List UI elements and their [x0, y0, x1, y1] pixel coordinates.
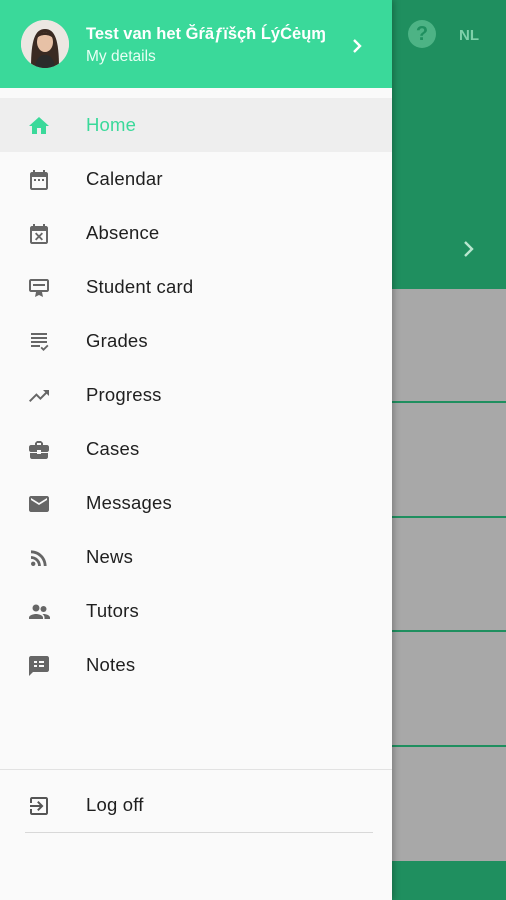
- menu-item-tutors[interactable]: Tutors: [0, 584, 392, 638]
- log-off-button[interactable]: Log off: [0, 779, 392, 833]
- menu-item-messages[interactable]: Messages: [0, 476, 392, 530]
- menu-item-notes[interactable]: Notes: [0, 638, 392, 692]
- menu-item-student-card[interactable]: Student card: [0, 260, 392, 314]
- background-bottom-bar: [392, 861, 506, 900]
- menu-item-absence[interactable]: Absence: [0, 206, 392, 260]
- menu-item-label: News: [86, 546, 134, 567]
- drawer-menu: Home Calendar Absence Student card Grade…: [0, 98, 392, 692]
- menu-item-label: Grades: [86, 330, 148, 351]
- tutors-icon: [26, 599, 52, 625]
- log-off-icon: [26, 793, 52, 819]
- menu-item-calendar[interactable]: Calendar: [0, 152, 392, 206]
- chevron-right-icon[interactable]: [350, 37, 364, 55]
- news-icon: [26, 545, 52, 571]
- menu-item-grades[interactable]: Grades: [0, 314, 392, 368]
- background-divider: [392, 516, 506, 518]
- background-divider: [392, 630, 506, 632]
- menu-item-label: Calendar: [86, 168, 163, 189]
- avatar[interactable]: [21, 20, 69, 68]
- calendar-icon: [26, 167, 52, 193]
- menu-item-cases[interactable]: Cases: [0, 422, 392, 476]
- home-icon: [26, 113, 52, 139]
- progress-icon: [26, 383, 52, 409]
- grades-icon: [26, 329, 52, 355]
- absence-icon: [26, 221, 52, 247]
- divider: [0, 769, 392, 770]
- menu-item-label: Progress: [86, 384, 162, 405]
- divider: [25, 832, 373, 833]
- chevron-right-icon[interactable]: [462, 239, 476, 259]
- drawer-header[interactable]: Test van het Ğŕāƒïšçħ ĹýĆėųɱ My details: [0, 0, 392, 88]
- menu-item-label: Tutors: [86, 600, 139, 621]
- language-toggle[interactable]: NL: [459, 27, 479, 44]
- menu-item-news[interactable]: News: [0, 530, 392, 584]
- menu-item-label: Absence: [86, 222, 160, 243]
- menu-item-progress[interactable]: Progress: [0, 368, 392, 422]
- menu-item-label: Cases: [86, 438, 140, 459]
- menu-item-label: Student card: [86, 276, 194, 297]
- menu-item-label: Messages: [86, 492, 172, 513]
- menu-item-label: Home: [86, 114, 137, 135]
- cases-icon: [26, 437, 52, 463]
- notes-icon: [26, 653, 52, 679]
- my-details-link[interactable]: My details: [86, 48, 156, 66]
- menu-item-home[interactable]: Home: [0, 98, 392, 152]
- user-name: Test van het Ğŕāƒïšçħ ĹýĆėųɱ: [86, 25, 326, 43]
- help-icon[interactable]: ?: [408, 20, 436, 48]
- messages-icon: [26, 491, 52, 517]
- menu-item-label: Notes: [86, 654, 136, 675]
- navigation-drawer: Test van het Ğŕāƒïšçħ ĹýĆėųɱ My details …: [0, 0, 392, 900]
- background-divider: [392, 401, 506, 403]
- background-divider: [392, 745, 506, 747]
- log-off-label: Log off: [86, 794, 144, 815]
- student-card-icon: [26, 275, 52, 301]
